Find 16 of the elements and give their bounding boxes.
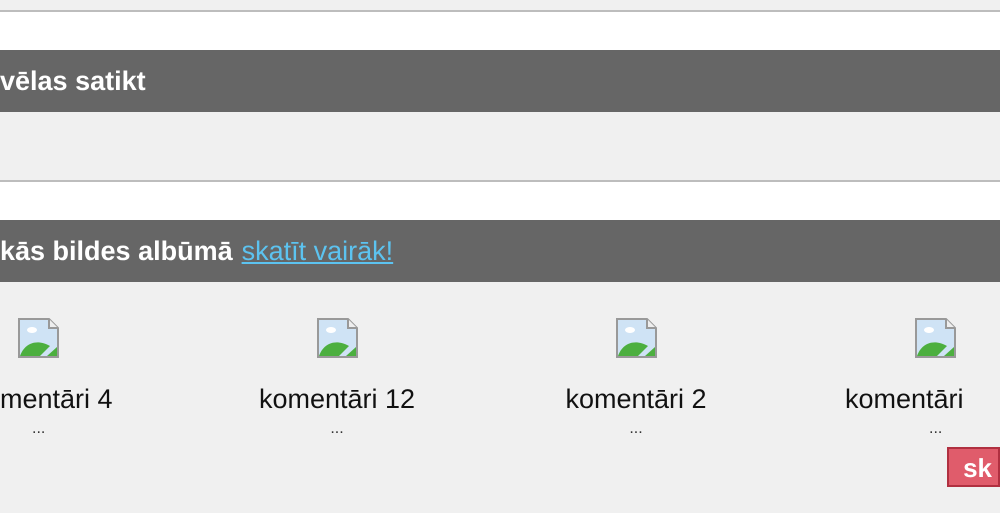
section-title: kās bildes albūmā: [0, 234, 233, 268]
photo-caption: mentāri 4: [0, 383, 113, 416]
broken-image-icon[interactable]: [914, 317, 957, 359]
photo-caption: komentāri 12: [258, 383, 416, 416]
ellipsis-text: ...: [629, 419, 643, 439]
broken-image-icon[interactable]: [614, 317, 658, 359]
broken-image-icon[interactable]: [17, 317, 60, 359]
photo-caption: komentāri 2: [565, 383, 707, 416]
ellipsis-text: ...: [330, 419, 344, 439]
see-more-link[interactable]: skatīt vairāk!: [242, 230, 394, 272]
action-button[interactable]: sk: [947, 447, 1000, 487]
photo-caption: komentāri: [845, 383, 964, 416]
section-title: vēlas satikt: [0, 64, 146, 98]
ellipsis-text: ...: [32, 419, 46, 439]
ellipsis-text: ...: [929, 419, 942, 439]
broken-image-icon[interactable]: [316, 317, 358, 359]
